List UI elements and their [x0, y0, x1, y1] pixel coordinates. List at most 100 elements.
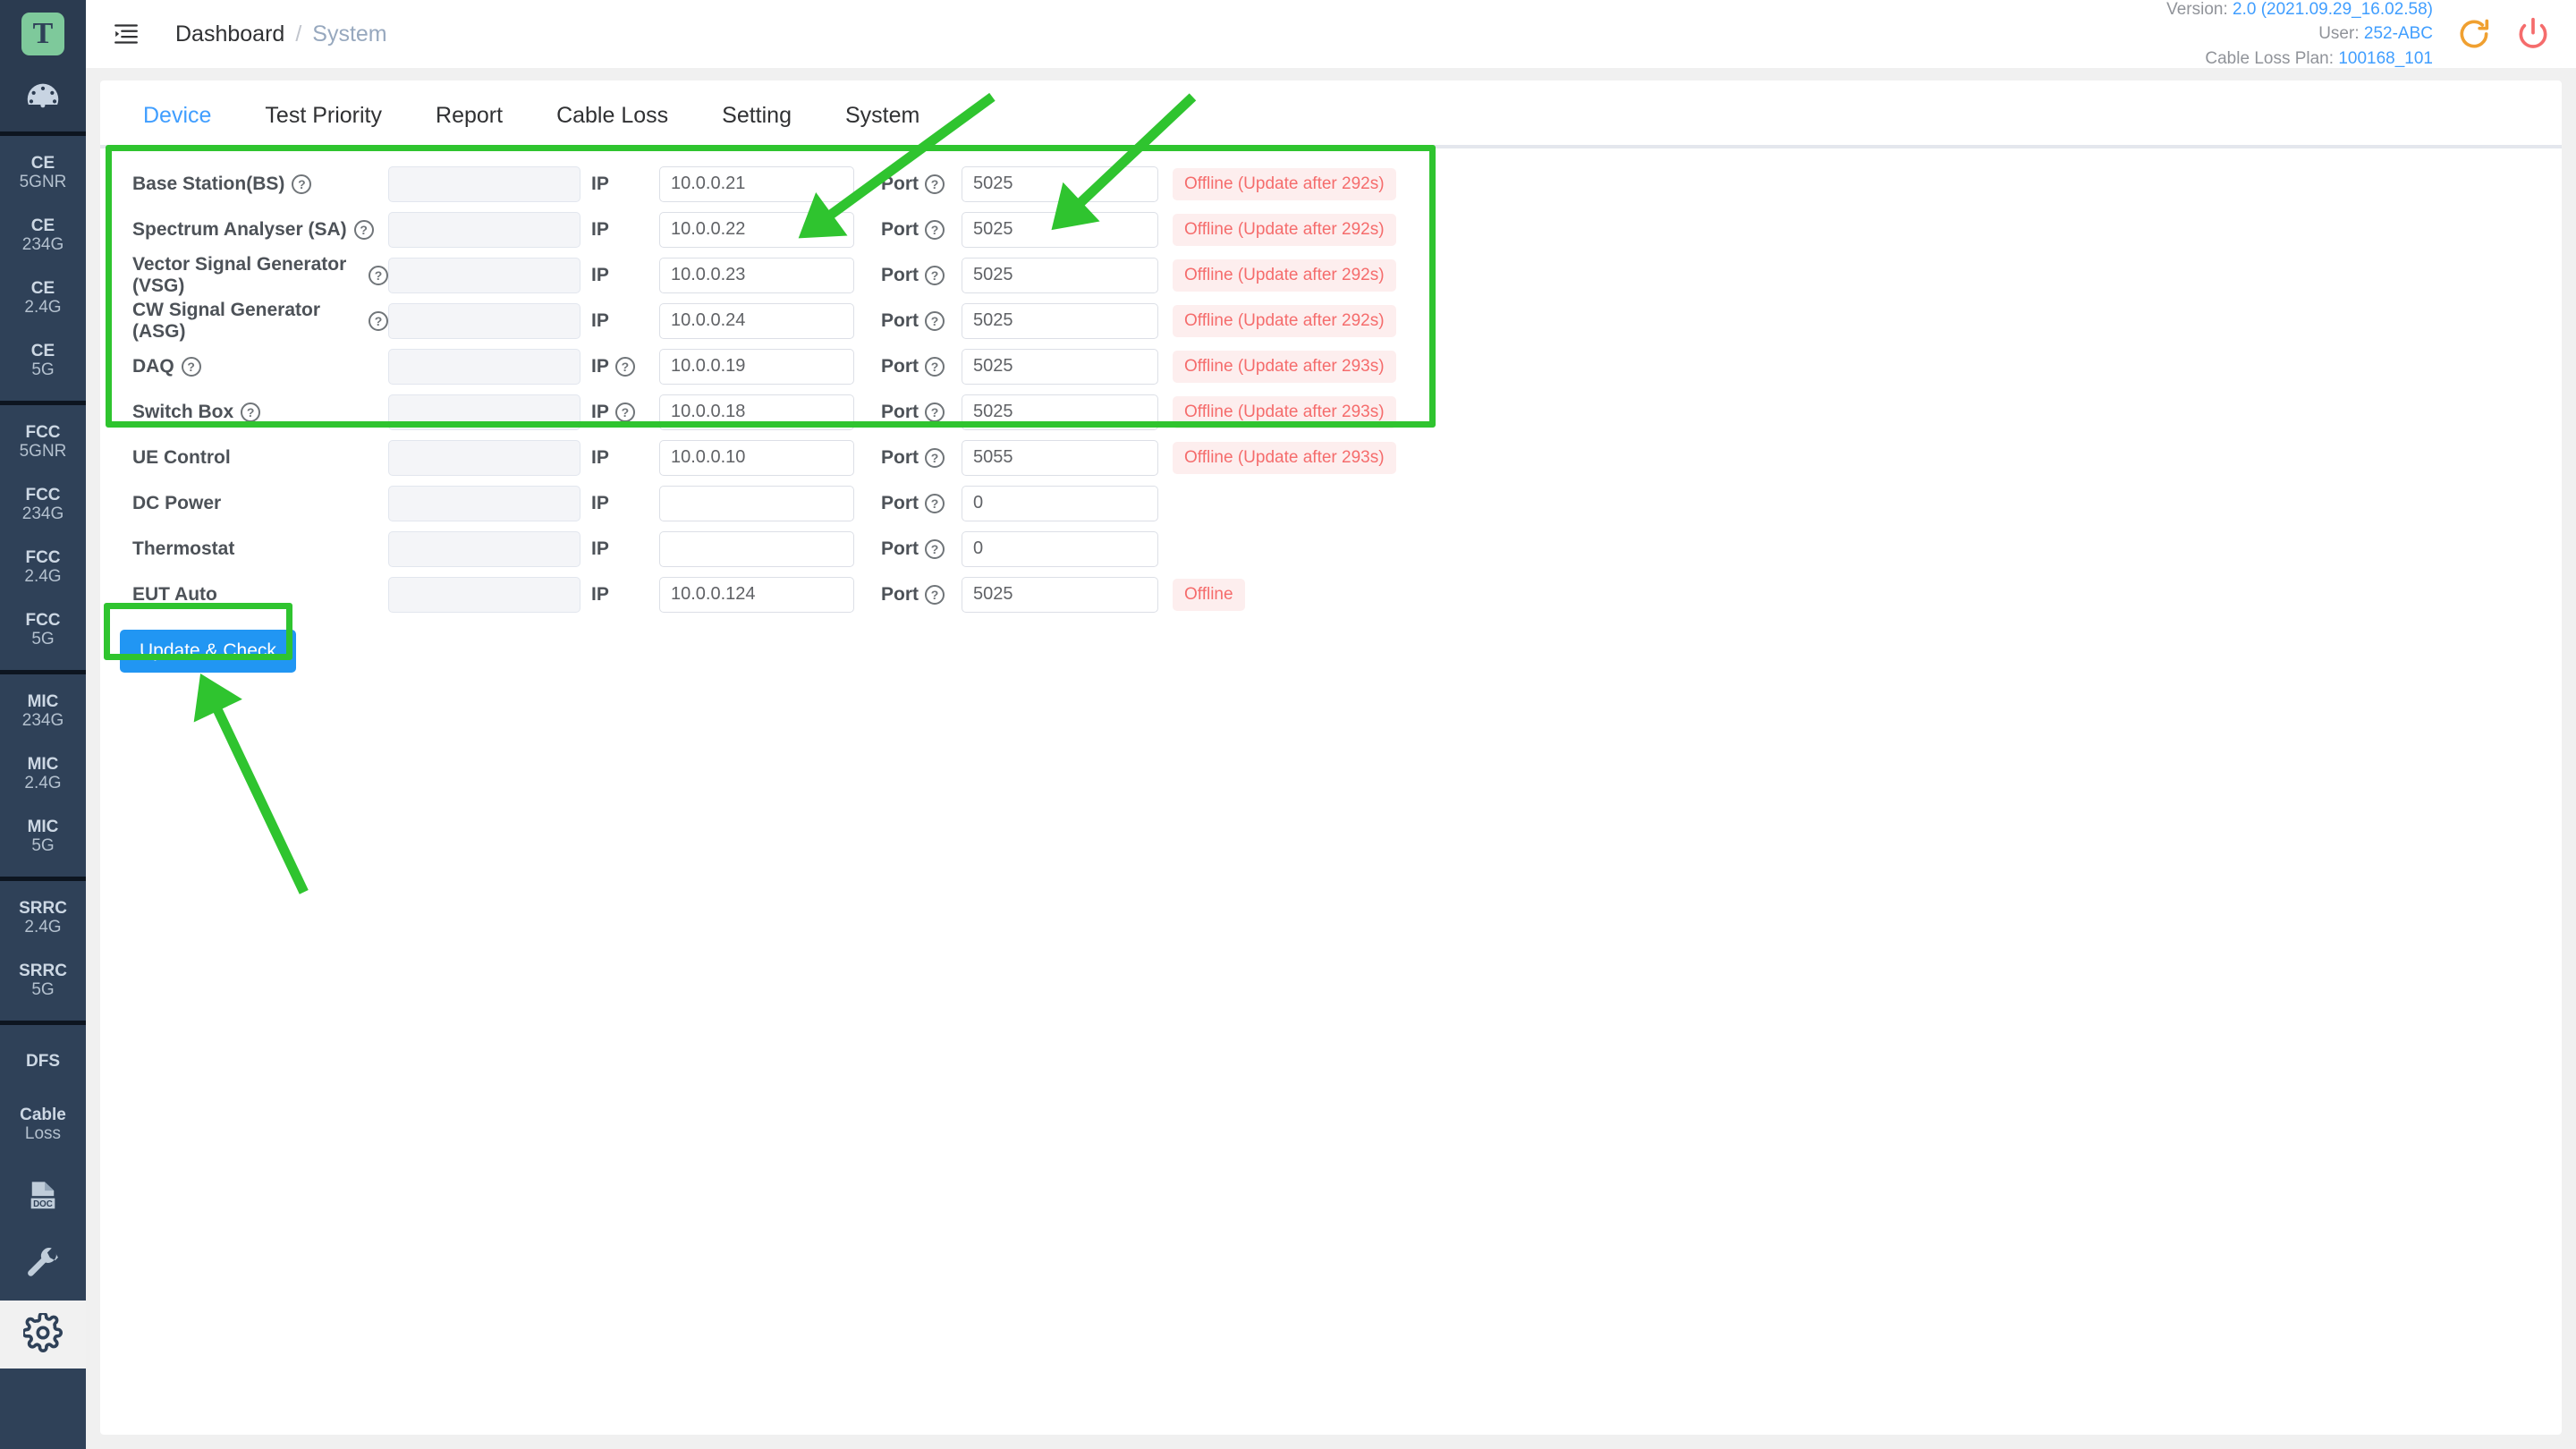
table-row: Base Station(BS)? IP Port? Offline (Update … — [120, 161, 2562, 207]
port-input[interactable] — [962, 165, 1158, 202]
sidebar-item-mic-5g[interactable]: MIC 5G — [0, 805, 86, 868]
port-input[interactable] — [962, 302, 1158, 339]
sidebar-item-label: Cable — [20, 1105, 66, 1124]
sidebar-item-dfs[interactable]: DFS — [0, 1030, 86, 1093]
sidebar-item-fcc-5g[interactable]: FCC 5G — [0, 598, 86, 661]
ip-input[interactable] — [659, 257, 854, 293]
help-icon[interactable]: ? — [925, 493, 945, 513]
help-icon[interactable]: ? — [241, 402, 261, 422]
help-icon[interactable]: ? — [614, 356, 635, 377]
device-model-input[interactable] — [388, 394, 580, 430]
port-input[interactable] — [962, 530, 1158, 567]
ip-label-text: IP — [591, 355, 609, 377]
ip-label: IP? — [580, 356, 659, 377]
ip-input[interactable] — [659, 302, 854, 339]
ip-input[interactable] — [659, 165, 854, 202]
device-model-input[interactable] — [388, 302, 580, 339]
sidebar-item-fcc-24g[interactable]: FCC 2.4G — [0, 536, 86, 598]
refresh-icon[interactable] — [2456, 16, 2492, 52]
sidebar-item-sublabel: 5G — [31, 836, 55, 855]
help-icon[interactable]: ? — [369, 310, 388, 331]
port-input[interactable] — [962, 257, 1158, 293]
tab-setting[interactable]: Setting — [695, 103, 818, 148]
tab-test-priority[interactable]: Test Priority — [238, 103, 409, 148]
gear-icon — [21, 1310, 63, 1357]
sidebar-item-ce-24g[interactable]: CE 2.4G — [0, 267, 86, 329]
sidebar-item-sublabel: 2.4G — [24, 567, 62, 586]
port-label-text: Port — [881, 218, 919, 240]
power-icon[interactable] — [2515, 16, 2551, 52]
tab-system[interactable]: System — [818, 103, 946, 148]
ip-input[interactable] — [659, 576, 854, 613]
ip-input[interactable] — [659, 439, 854, 476]
help-icon[interactable]: ? — [925, 219, 945, 240]
sidebar-item-mic-24g[interactable]: MIC 2.4G — [0, 742, 86, 805]
sidebar-item-label: DFS — [26, 1052, 60, 1072]
sidebar-item-cable-loss[interactable]: Cable Loss — [0, 1093, 86, 1156]
sidebar-item-settings[interactable] — [0, 1301, 86, 1368]
breadcrumb-dashboard[interactable]: Dashboard — [175, 21, 284, 47]
sidebar-item-srrc-5g[interactable]: SRRC 5G — [0, 949, 86, 1012]
sidebar-item-label: SRRC — [19, 898, 67, 918]
table-row: DC Power IP Port? — [120, 480, 2562, 526]
sidebar-item-srrc-24g[interactable]: SRRC 2.4G — [0, 886, 86, 949]
tab-report[interactable]: Report — [409, 103, 530, 148]
device-model-input[interactable] — [388, 257, 580, 293]
device-model-input[interactable] — [388, 348, 580, 385]
help-icon[interactable]: ? — [925, 584, 945, 605]
device-model-input[interactable] — [388, 576, 580, 613]
ip-input[interactable] — [659, 394, 854, 430]
sidebar-item-ce-234g[interactable]: CE 234G — [0, 204, 86, 267]
ip-input[interactable] — [659, 211, 854, 248]
device-model-input[interactable] — [388, 439, 580, 476]
device-model-input[interactable] — [388, 485, 580, 521]
help-icon[interactable]: ? — [353, 219, 374, 240]
help-icon[interactable]: ? — [925, 174, 945, 194]
sidebar-item-ce-5gnr[interactable]: CE 5GNR — [0, 141, 86, 204]
update-check-button[interactable]: Update & Check — [120, 630, 296, 673]
device-model-input[interactable] — [388, 530, 580, 567]
port-label-text: Port — [881, 401, 919, 422]
sidebar-item-label: MIC — [27, 754, 59, 774]
sidebar-item-fcc-234g[interactable]: FCC 234G — [0, 473, 86, 536]
port-input[interactable] — [962, 439, 1158, 476]
help-icon[interactable]: ? — [292, 174, 312, 194]
port-input[interactable] — [962, 576, 1158, 613]
port-label: Port? — [869, 402, 962, 423]
help-icon[interactable]: ? — [181, 356, 201, 377]
hamburger-icon[interactable] — [111, 21, 141, 47]
app-logo[interactable]: T — [0, 0, 86, 68]
device-name-label: UE Control — [132, 446, 231, 468]
ip-input[interactable] — [659, 530, 854, 567]
port-input[interactable] — [962, 394, 1158, 430]
device-name-cell: DAQ? — [120, 356, 388, 377]
ip-input[interactable] — [659, 485, 854, 521]
port-input[interactable] — [962, 348, 1158, 385]
port-input[interactable] — [962, 485, 1158, 521]
sidebar-item-dashboard[interactable] — [0, 68, 86, 136]
tab-cable-loss[interactable]: Cable Loss — [530, 103, 695, 148]
help-icon[interactable]: ? — [925, 310, 945, 331]
port-label-text: Port — [881, 173, 919, 194]
sidebar-item-label: CE — [30, 216, 55, 235]
port-label: Port? — [869, 265, 962, 286]
help-icon[interactable]: ? — [614, 402, 635, 422]
sidebar-item-documents[interactable]: DOC — [0, 1165, 86, 1233]
device-model-input[interactable] — [388, 211, 580, 248]
help-icon[interactable]: ? — [369, 265, 388, 285]
help-icon[interactable]: ? — [925, 447, 945, 468]
sidebar-item-fcc-5gnr[interactable]: FCC 5GNR — [0, 411, 86, 473]
ip-input[interactable] — [659, 348, 854, 385]
tab-device[interactable]: Device — [116, 103, 239, 148]
help-icon[interactable]: ? — [925, 265, 945, 285]
logo-letter: T — [21, 13, 64, 55]
sidebar-item-tools[interactable] — [0, 1233, 86, 1301]
help-icon[interactable]: ? — [925, 356, 945, 377]
device-model-input[interactable] — [388, 165, 580, 202]
help-icon[interactable]: ? — [925, 538, 945, 559]
help-icon[interactable]: ? — [925, 402, 945, 422]
ip-label-text: IP — [591, 218, 609, 240]
sidebar-item-mic-234g[interactable]: MIC 234G — [0, 680, 86, 742]
sidebar-item-ce-5g[interactable]: CE 5G — [0, 329, 86, 392]
port-input[interactable] — [962, 211, 1158, 248]
